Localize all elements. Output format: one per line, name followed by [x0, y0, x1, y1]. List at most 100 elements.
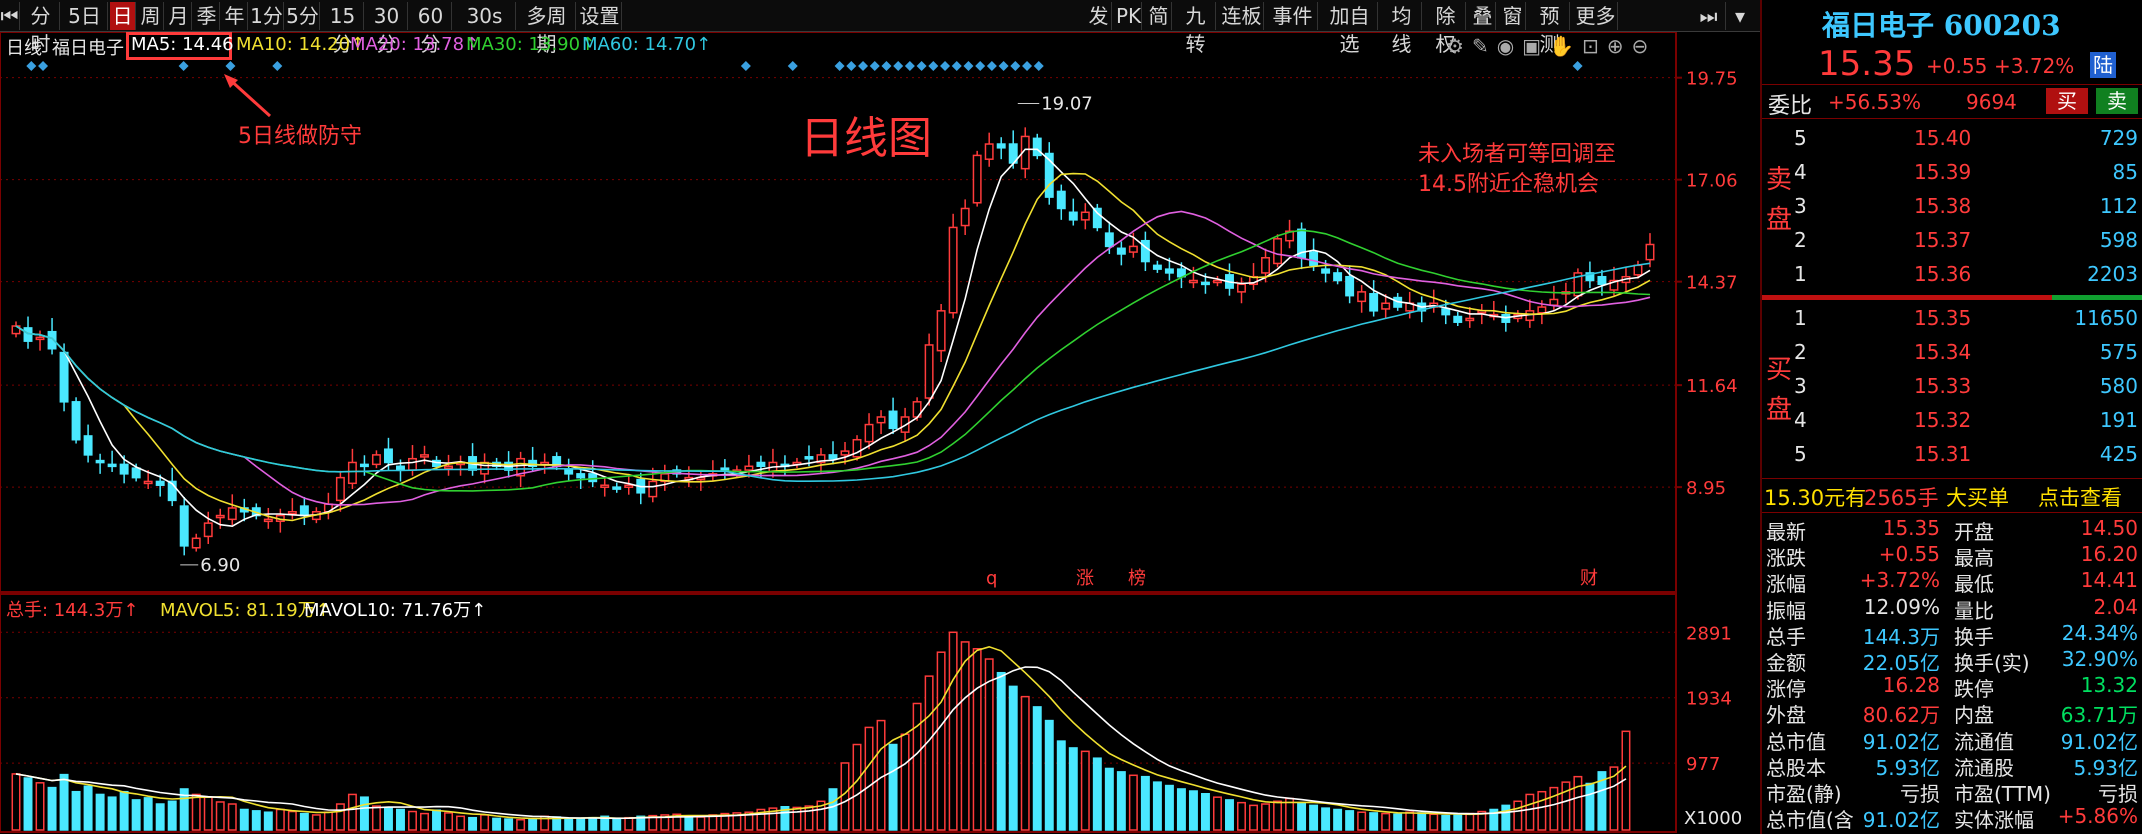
event-diamond-icon — [26, 61, 37, 71]
depth-price[interactable]: 15.33 — [1914, 374, 1971, 398]
depth-level: 2 — [1794, 228, 1807, 252]
event-marker: 榜 — [1128, 568, 1146, 589]
toolbar-item[interactable]: 九转 — [1176, 2, 1216, 56]
gear-icon[interactable]: ⚙ — [1446, 34, 1472, 58]
toolbar-item[interactable]: 60分 — [410, 2, 452, 56]
event-diamond-icon — [178, 61, 189, 71]
depth-price[interactable]: 15.40 — [1914, 126, 1971, 150]
event-diamond-icon — [940, 61, 951, 71]
stat-value: 12.09% — [1863, 594, 1940, 619]
step-forward-icon[interactable]: ⏭ — [1692, 2, 1726, 30]
candle-body — [287, 511, 297, 515]
toolbar-item[interactable]: 简 — [1146, 2, 1172, 30]
toolbar-item[interactable]: 设置 — [578, 2, 622, 30]
bag-icon[interactable]: ▣ — [1522, 34, 1549, 58]
toolbar-item[interactable]: 连板 — [1220, 2, 1264, 30]
volume-bar — [624, 816, 634, 831]
toolbar-item[interactable]: PK — [1116, 2, 1142, 30]
toolbar-item[interactable]: 叠 — [1470, 2, 1496, 30]
volume-bar — [191, 793, 201, 831]
toolbar-item[interactable]: 除权 — [1426, 2, 1466, 56]
event-diamond-icon — [893, 61, 904, 71]
buy-button[interactable]: 买 — [2046, 88, 2088, 114]
volume-bar — [335, 803, 345, 831]
candle-body — [564, 469, 574, 475]
ma60-legend: MA60: 14.70↑ — [582, 34, 712, 55]
volume-bar — [107, 796, 117, 831]
toolbar-item[interactable]: 周 — [138, 2, 164, 30]
chart-tools: ⚙✎◉▣✋⊡⊕⊖ — [1446, 34, 1656, 58]
volume-bar — [71, 790, 81, 831]
candle-body — [1261, 257, 1271, 274]
step-back-icon[interactable]: ⏮ — [0, 2, 20, 30]
depth-price[interactable]: 15.36 — [1914, 262, 1971, 286]
candle-body — [804, 456, 814, 460]
toolbar-item[interactable]: 年 — [222, 2, 248, 30]
toolbar-item[interactable]: 5分 — [286, 2, 320, 30]
toolbar-item[interactable]: 5日 — [62, 2, 108, 30]
toolbar-item[interactable]: 30s — [454, 2, 516, 30]
candle-body — [1164, 268, 1174, 274]
depth-level: 2 — [1794, 340, 1807, 364]
depth-price[interactable]: 15.31 — [1914, 442, 1971, 466]
eye-icon[interactable]: ◉ — [1497, 34, 1522, 58]
depth-price[interactable]: 15.34 — [1914, 340, 1971, 364]
stat-value: 亏损 — [2098, 782, 2138, 806]
candle-body — [648, 480, 658, 498]
chart-area[interactable]: 19.75 17.06 14.37 11.64 8.95 2891 1934 977 19.07… — [0, 31, 1760, 834]
toolbar-item[interactable]: 分时 — [22, 2, 60, 56]
lock-icon[interactable]: ⊡ — [1582, 34, 1607, 58]
hand-icon[interactable]: ✋ — [1549, 34, 1582, 58]
toolbar-item[interactable]: 15分 — [322, 2, 364, 56]
candle-body — [1333, 272, 1343, 282]
toolbar-item[interactable]: 月 — [166, 2, 192, 30]
toolbar-item[interactable]: 均线 — [1382, 2, 1422, 56]
big-order-link[interactable]: 点击查看 — [2038, 482, 2122, 512]
candle-body — [215, 514, 225, 519]
more-dropdown-icon[interactable]: ▾ — [1726, 2, 1754, 30]
toolbar-item[interactable]: 窗 — [1500, 2, 1526, 30]
stat-value: 亏损 — [1900, 782, 1940, 806]
sell-button[interactable]: 卖 — [2096, 88, 2138, 114]
volume-bar — [1225, 799, 1234, 831]
toolbar-item[interactable]: 事件 — [1268, 2, 1318, 30]
price-change: +0.55 — [1926, 54, 1988, 78]
depth-price[interactable]: 15.35 — [1914, 306, 1971, 330]
volume-bar — [1393, 813, 1403, 831]
toolbar-item[interactable]: 30分 — [366, 2, 408, 56]
toolbar-item[interactable]: 季 — [194, 2, 220, 30]
toolbar-item[interactable]: 预测 — [1530, 2, 1570, 56]
candle-body — [155, 480, 165, 486]
candle-body — [444, 465, 454, 470]
pen-icon[interactable]: ✎ — [1472, 34, 1497, 58]
volume-bar — [1369, 812, 1379, 831]
volume-bar — [564, 817, 574, 831]
stock-chart-app: ⏮ 分时 5日日周月季年 1分 5分 15分 30分 60分 30s 多周期 设置 发 PK 简九转连… — [0, 0, 2142, 834]
zoom-in-icon[interactable]: ⊕ — [1607, 34, 1632, 58]
candle-body — [1068, 211, 1078, 221]
volume-bar — [948, 631, 958, 831]
depth-price[interactable]: 15.39 — [1914, 160, 1971, 184]
zoom-out-icon[interactable]: ⊖ — [1632, 34, 1657, 58]
depth-price[interactable]: 15.37 — [1914, 228, 1971, 252]
volume-unit-label: X1000 — [1684, 808, 1743, 829]
depth-price[interactable]: 15.38 — [1914, 194, 1971, 218]
candle-body — [1453, 315, 1463, 323]
toolbar-item[interactable]: 日 — [110, 2, 136, 30]
stat-value: 5.93亿 — [2073, 755, 2138, 780]
volume-bar — [828, 788, 838, 831]
big-order-bar[interactable]: 15.30元有 2565手 大买单 点击查看 — [1762, 480, 2142, 510]
event-diamond-icon — [1022, 61, 1033, 71]
toolbar-item[interactable]: 发 — [1086, 2, 1112, 30]
depth-price[interactable]: 15.32 — [1914, 408, 1971, 432]
volume-bar — [1573, 775, 1583, 831]
toolbar-item[interactable]: 1分 — [250, 2, 284, 30]
stat-value: 15.35 — [1882, 516, 1940, 540]
toolbar-item[interactable]: 多周期 — [518, 2, 576, 56]
toolbar-item[interactable]: 加自选 — [1322, 2, 1378, 56]
stat-label: 开盘 — [1954, 520, 1994, 544]
candle-body — [299, 505, 309, 517]
volume-bar — [1128, 774, 1138, 831]
toolbar-item[interactable]: 更多 — [1574, 2, 1618, 30]
depth-level: 3 — [1794, 194, 1807, 218]
